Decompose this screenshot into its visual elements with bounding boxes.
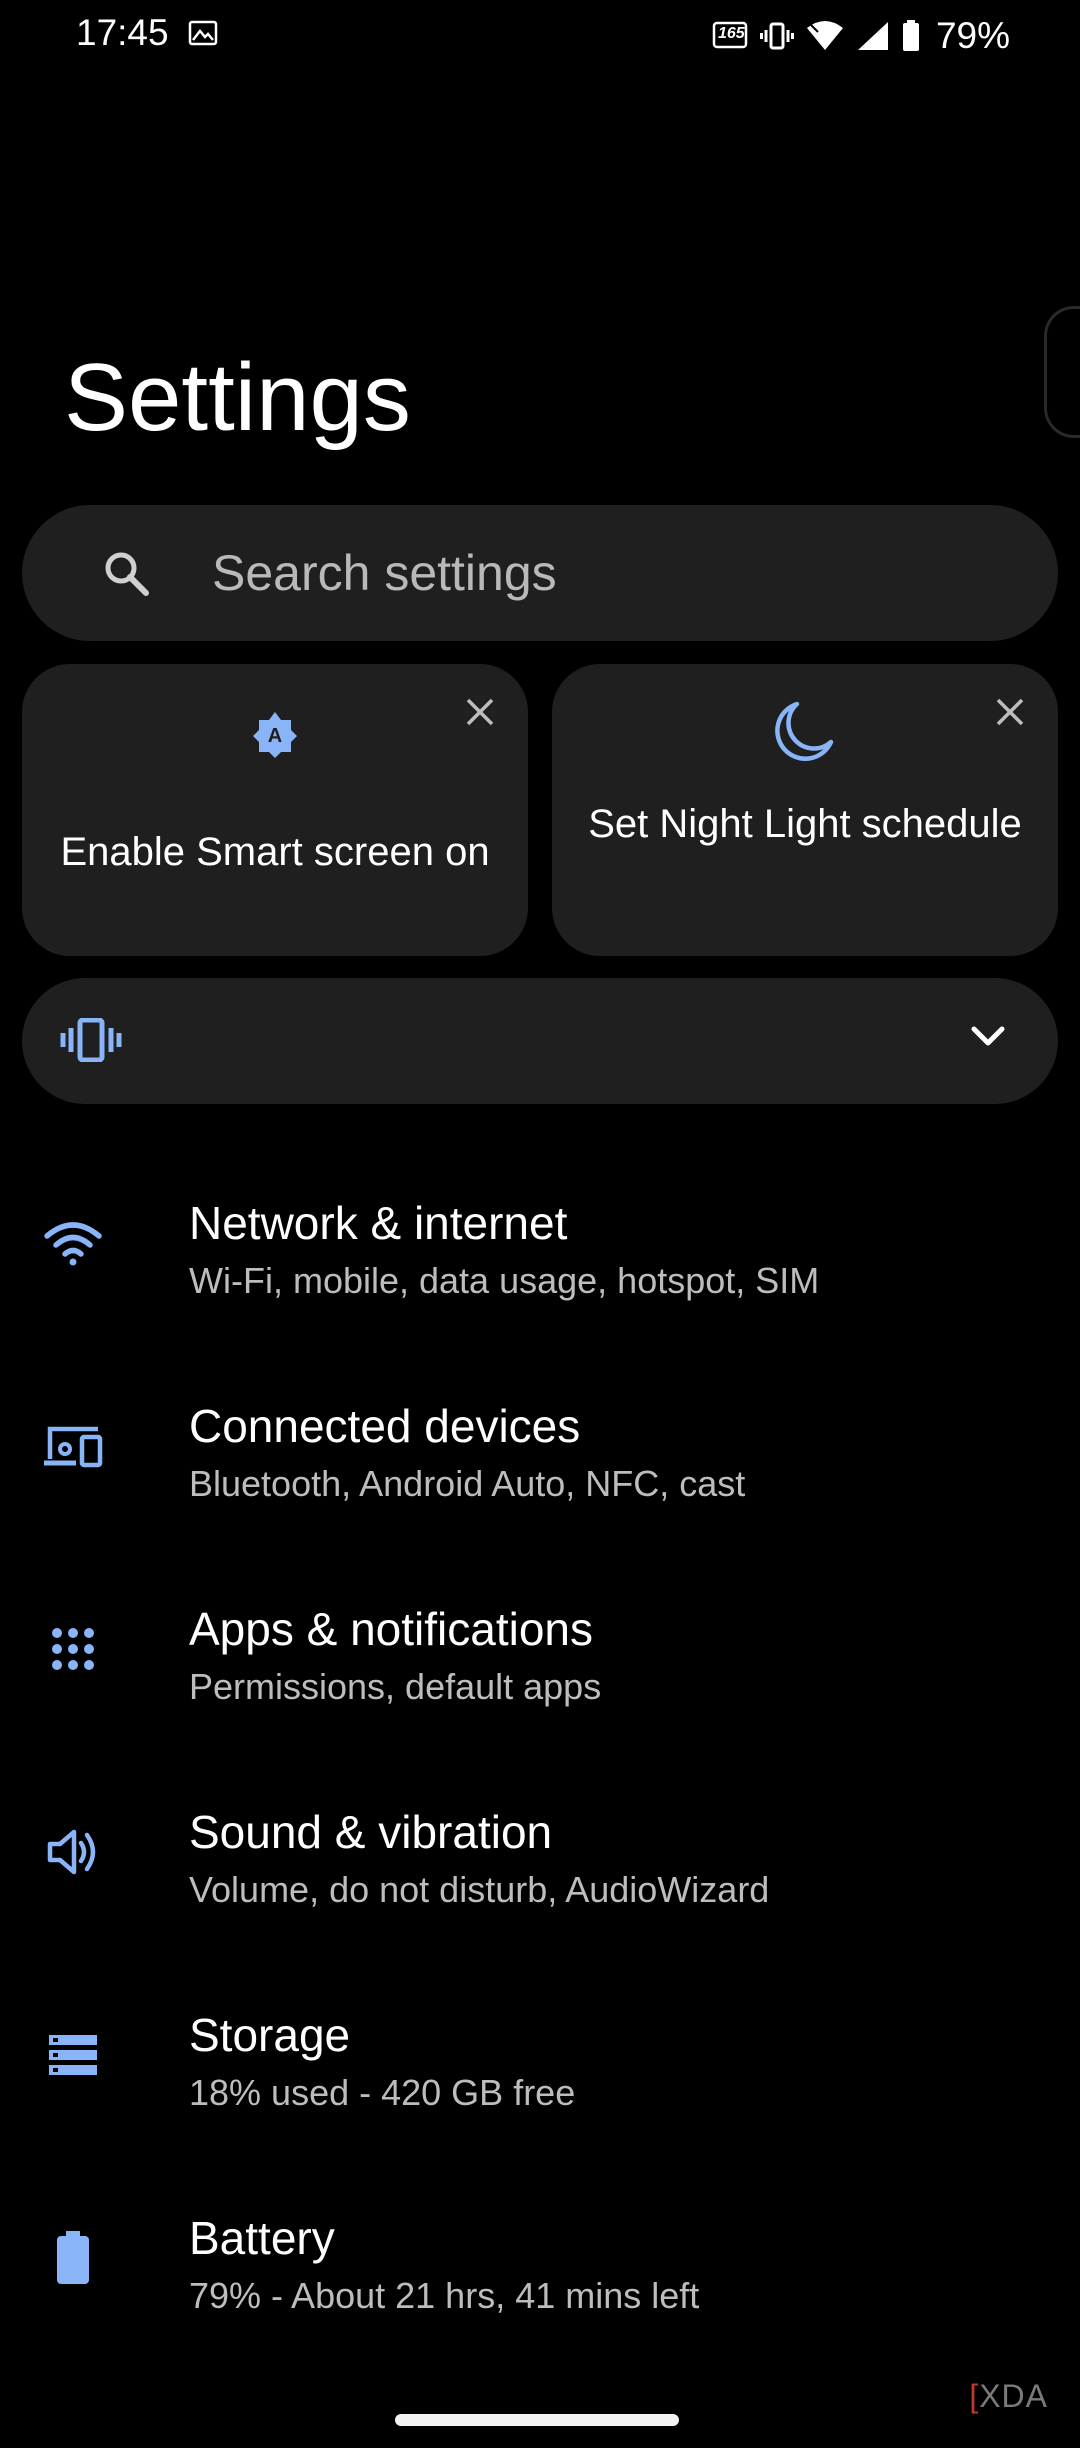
signal-icon xyxy=(856,20,890,52)
settings-item-battery[interactable]: Battery 79% - About 21 hrs, 41 mins left xyxy=(0,2171,1080,2361)
devices-icon xyxy=(40,1413,106,1479)
vibrate-icon xyxy=(759,21,794,51)
vibrate-icon[interactable] xyxy=(60,1017,122,1067)
item-title: Storage xyxy=(189,2009,351,2061)
item-title: Battery xyxy=(189,2212,335,2264)
item-subtitle: Permissions, default apps xyxy=(189,1666,602,1707)
svg-text:A: A xyxy=(268,725,282,747)
sound-mode-bar[interactable] xyxy=(22,978,1058,1104)
item-title: Connected devices xyxy=(189,1400,581,1452)
watermark-text: XDA xyxy=(979,2378,1048,2414)
battery-icon xyxy=(40,2225,106,2291)
settings-item-connected-devices[interactable]: Connected devices Bluetooth, Android Aut… xyxy=(0,1359,1080,1549)
item-subtitle: 18% used - 420 GB free xyxy=(189,2072,576,2113)
page-title: Settings xyxy=(64,344,411,451)
settings-item-network[interactable]: Network & internet Wi-Fi, mobile, data u… xyxy=(0,1156,1080,1346)
status-bar: 17:45 165 79% xyxy=(0,0,1080,72)
search-input[interactable] xyxy=(212,543,972,603)
search-bar[interactable] xyxy=(22,505,1058,641)
battery-percent: 79% xyxy=(935,15,1010,56)
settings-item-sound[interactable]: Sound & vibration Volume, do not disturb… xyxy=(0,1765,1080,1955)
gallery-icon xyxy=(188,20,218,46)
wifi-icon xyxy=(806,20,844,52)
edge-panel-handle[interactable] xyxy=(1044,306,1080,438)
storage-icon xyxy=(40,2022,106,2088)
battery-icon xyxy=(902,20,920,52)
smart-screen-icon: A xyxy=(251,710,299,763)
refresh-rate-icon: 165 xyxy=(712,21,748,51)
item-subtitle: Volume, do not disturb, AudioWizard xyxy=(189,1869,770,1910)
status-time: 17:45 xyxy=(76,12,169,53)
apps-grid-icon xyxy=(40,1616,106,1682)
moon-icon xyxy=(775,700,835,767)
item-subtitle: Bluetooth, Android Auto, NFC, cast xyxy=(189,1463,746,1504)
close-icon[interactable] xyxy=(458,690,502,734)
chevron-down-icon[interactable] xyxy=(970,1024,1006,1053)
search-icon xyxy=(102,549,150,602)
item-subtitle: 79% - About 21 hrs, 41 mins left xyxy=(189,2275,700,2316)
close-icon[interactable] xyxy=(988,690,1032,734)
status-icons: 165 79% xyxy=(712,14,1010,58)
suggestion-card-night-light[interactable]: Set Night Light schedule xyxy=(552,664,1058,956)
suggestion-label: Enable Smart screen on xyxy=(60,830,490,874)
refresh-rate-value: 165 xyxy=(717,25,745,42)
suggestion-card-smart-screen[interactable]: A Enable Smart screen on xyxy=(22,664,528,956)
settings-item-storage[interactable]: Storage 18% used - 420 GB free xyxy=(0,1968,1080,2158)
item-subtitle: Wi-Fi, mobile, data usage, hotspot, SIM xyxy=(189,1260,820,1301)
item-title: Network & internet xyxy=(189,1197,568,1249)
xda-logo-icon: [ xyxy=(969,2378,980,2414)
wifi-icon xyxy=(40,1210,106,1276)
speaker-icon xyxy=(40,1819,106,1885)
suggestion-label: Set Night Light schedule xyxy=(588,802,1022,846)
settings-item-apps[interactable]: Apps & notifications Permissions, defaul… xyxy=(0,1562,1080,1752)
item-title: Sound & vibration xyxy=(189,1806,553,1858)
item-title: Apps & notifications xyxy=(189,1603,594,1655)
home-indicator[interactable] xyxy=(395,2414,679,2426)
watermark: [XDA xyxy=(969,2378,1048,2415)
